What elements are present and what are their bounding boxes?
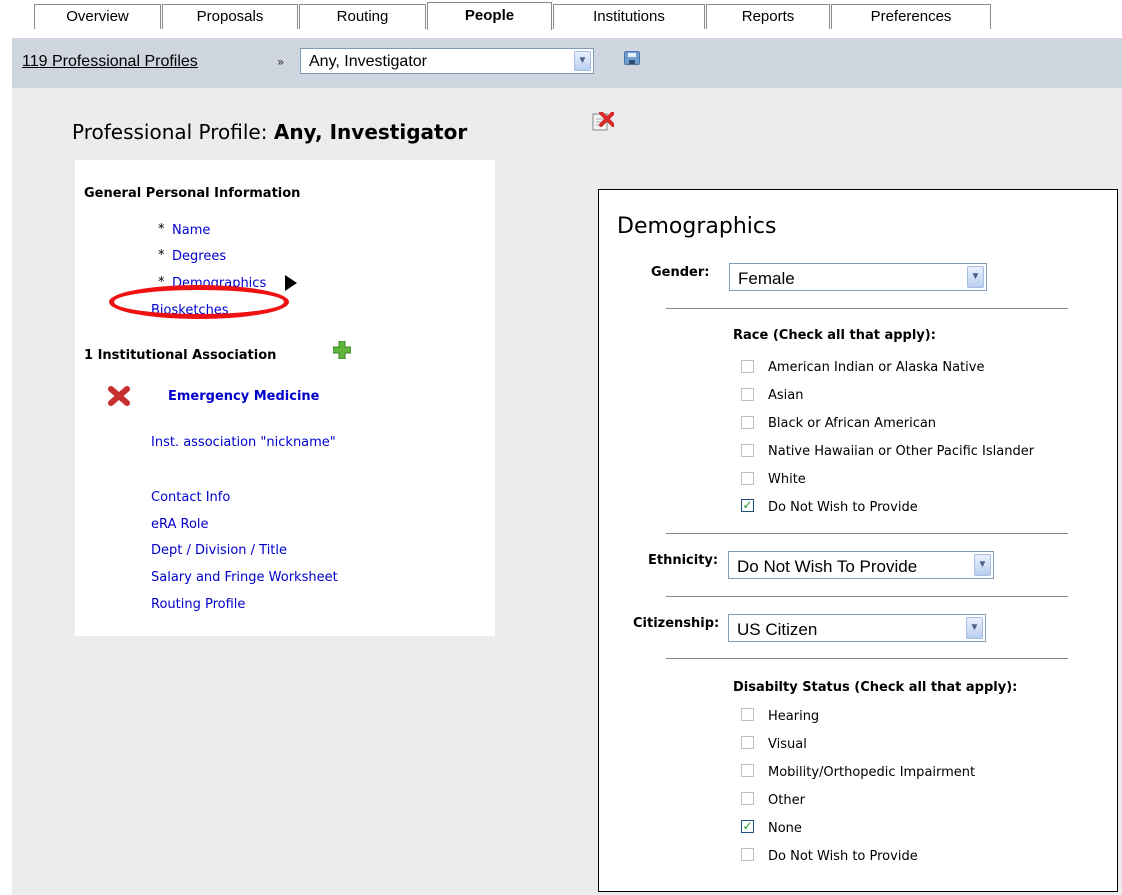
race-checkbox-asian[interactable] <box>741 388 754 401</box>
main-content: Professional Profile: Any, Investigator … <box>12 88 1122 895</box>
page-title: Professional Profile: Any, Investigator <box>72 120 467 144</box>
delete-profile-icon[interactable] <box>592 112 614 132</box>
main-tab-bar: Overview Proposals Routing People Instit… <box>0 0 1122 30</box>
race-label-pacific-islander: Native Hawaiian or Other Pacific Islande… <box>768 444 1035 459</box>
selected-arrow-icon <box>285 275 297 291</box>
remove-institution-icon[interactable] <box>108 386 130 406</box>
page-title-name: Any, Investigator <box>273 120 468 144</box>
demographics-panel: Demographics Gender: Female ▼ Race (Chec… <box>598 189 1118 892</box>
chevron-down-icon[interactable]: ▼ <box>574 51 591 71</box>
chevron-down-icon[interactable]: ▼ <box>967 266 984 288</box>
profile-sections-panel: General Personal Information * Name * De… <box>75 160 495 636</box>
race-checkbox-pacific-islander[interactable] <box>741 444 754 457</box>
disability-checkbox-hearing[interactable] <box>741 708 754 721</box>
tab-routing[interactable]: Routing <box>299 4 426 29</box>
nickname-link[interactable]: Inst. association "nickname" <box>151 435 336 450</box>
demographics-title: Demographics <box>617 214 777 239</box>
era-role-link[interactable]: eRA Role <box>151 517 209 532</box>
gender-select-value: Female <box>738 269 795 288</box>
chevron-down-icon[interactable]: ▼ <box>966 617 983 639</box>
contact-info-link[interactable]: Contact Info <box>151 490 230 505</box>
profile-select[interactable]: Any, Investigator ▼ <box>300 48 594 74</box>
required-marker: * <box>158 222 165 237</box>
section-link-name[interactable]: Name <box>172 223 210 238</box>
general-info-heading: General Personal Information <box>84 186 301 201</box>
disability-checkbox-none[interactable]: ✓ <box>741 820 754 833</box>
race-label-do-not-wish: Do Not Wish to Provide <box>768 500 918 515</box>
ethnicity-select[interactable]: Do Not Wish To Provide ▼ <box>728 551 994 579</box>
salary-fringe-link[interactable]: Salary and Fringe Worksheet <box>151 570 338 585</box>
breadcrumb-separator: » <box>277 55 285 69</box>
disability-label-mobility: Mobility/Orthopedic Impairment <box>768 765 976 780</box>
tab-proposals[interactable]: Proposals <box>162 4 298 29</box>
divider <box>666 596 1068 597</box>
gender-label: Gender: <box>651 265 710 280</box>
disability-checkbox-other[interactable] <box>741 792 754 805</box>
tab-preferences[interactable]: Preferences <box>831 4 991 29</box>
profile-select-value: Any, Investigator <box>309 53 427 70</box>
tab-institutions[interactable]: Institutions <box>553 4 705 29</box>
ethnicity-select-value: Do Not Wish To Provide <box>737 557 918 576</box>
citizenship-select-value: US Citizen <box>737 620 818 639</box>
dept-division-title-link[interactable]: Dept / Division / Title <box>151 543 287 558</box>
race-label-american-indian: American Indian or Alaska Native <box>768 360 985 375</box>
race-checkbox-do-not-wish[interactable]: ✓ <box>741 499 754 512</box>
tab-overview[interactable]: Overview <box>34 4 161 29</box>
disability-checkbox-do-not-wish[interactable] <box>741 848 754 861</box>
disability-checkbox-mobility[interactable] <box>741 764 754 777</box>
add-institution-icon[interactable] <box>333 341 351 359</box>
tab-reports[interactable]: Reports <box>706 4 830 29</box>
disability-label-none: None <box>768 821 802 836</box>
divider <box>666 658 1068 659</box>
race-checkbox-black[interactable] <box>741 416 754 429</box>
race-label-asian: Asian <box>768 388 804 403</box>
citizenship-select[interactable]: US Citizen ▼ <box>728 614 986 642</box>
disability-checkbox-visual[interactable] <box>741 736 754 749</box>
highlight-ellipse <box>109 285 289 319</box>
tab-people[interactable]: People <box>427 2 552 30</box>
race-label-black: Black or African American <box>768 416 937 431</box>
race-label: Race (Check all that apply): <box>733 328 936 343</box>
routing-profile-link[interactable]: Routing Profile <box>151 597 245 612</box>
race-label-white: White <box>768 472 806 487</box>
disability-label-other: Other <box>768 793 805 808</box>
save-icon[interactable] <box>624 51 640 65</box>
section-link-degrees[interactable]: Degrees <box>172 249 226 264</box>
divider <box>666 308 1068 309</box>
institution-link-emergency-medicine[interactable]: Emergency Medicine <box>168 389 320 404</box>
ethnicity-label: Ethnicity: <box>648 553 719 568</box>
profile-nav-bar: 119 Professional Profiles » Any, Investi… <box>12 38 1122 88</box>
required-marker: * <box>158 248 165 263</box>
citizenship-label: Citizenship: <box>633 616 720 631</box>
race-checkbox-american-indian[interactable] <box>741 360 754 373</box>
disability-label-do-not-wish: Do Not Wish to Provide <box>768 849 918 864</box>
page-title-prefix: Professional Profile: <box>72 120 268 144</box>
disability-label-hearing: Hearing <box>768 709 820 724</box>
chevron-down-icon[interactable]: ▼ <box>974 554 991 576</box>
gender-select[interactable]: Female ▼ <box>729 263 987 291</box>
disability-label-visual: Visual <box>768 737 807 752</box>
race-checkbox-white[interactable] <box>741 472 754 485</box>
divider <box>666 533 1068 534</box>
disability-label: Disabilty Status (Check all that apply): <box>733 680 1018 695</box>
professional-profiles-link[interactable]: 119 Professional Profiles <box>22 53 198 71</box>
institution-heading: 1 Institutional Association <box>84 348 277 363</box>
